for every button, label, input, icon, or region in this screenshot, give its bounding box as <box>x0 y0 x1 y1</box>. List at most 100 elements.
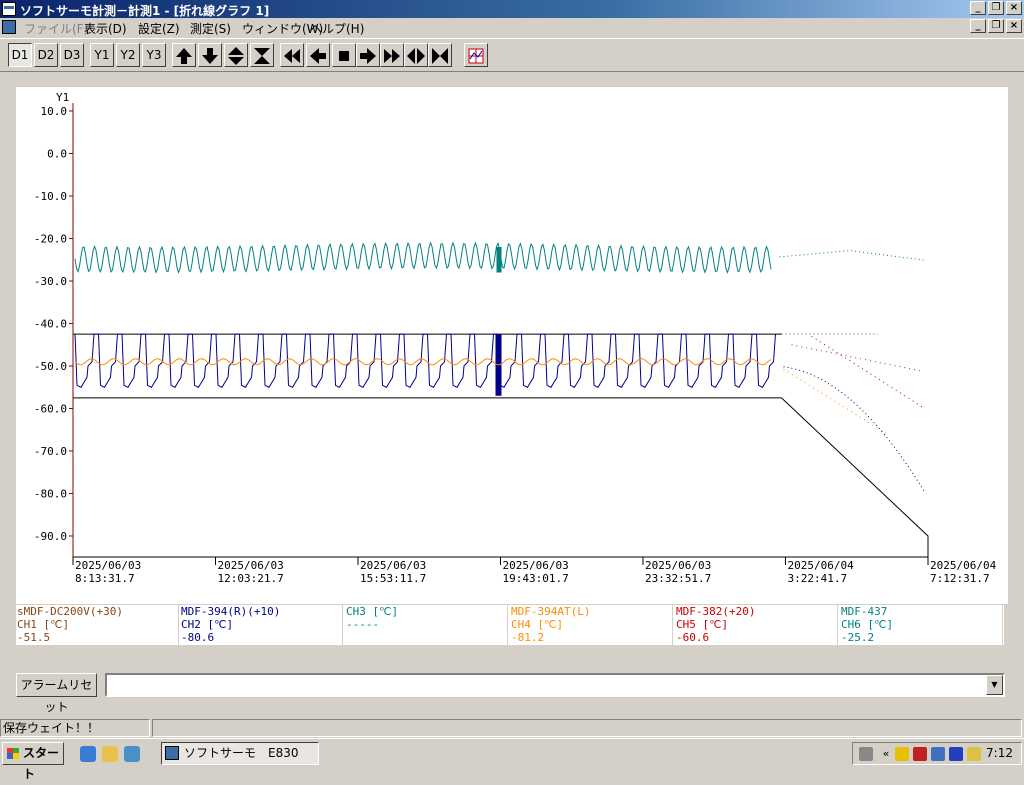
y3-button[interactable]: Y3 <box>142 43 166 67</box>
x-tick-label-date: 2025/06/04 <box>788 559 855 572</box>
arrow-right-icon <box>360 48 376 64</box>
series-ch4-tail <box>783 368 888 435</box>
shrink-x-button[interactable] <box>428 43 452 67</box>
legend-ch3[interactable]: CH3 [℃] ----- <box>345 605 508 645</box>
taskbar: スタート ソフトサーモ E830 « 7:12 <box>0 738 1024 781</box>
x-tick-label-time: 8:13:31.7 <box>75 572 135 585</box>
arrow-down-icon <box>202 48 218 64</box>
y2-button[interactable]: Y2 <box>116 43 140 67</box>
series-ch2-tail <box>783 366 925 493</box>
expand-y-button[interactable] <box>224 43 248 67</box>
legend-ch3-value: ----- <box>346 618 380 631</box>
info-icon[interactable] <box>931 747 945 761</box>
y-tick-label: -60.0 <box>34 403 67 416</box>
line-chart[interactable]: Y110.0 0.0 -10.0 -20.0 -30.0 -40.0 -50.0 -60.0 -… <box>16 87 1008 604</box>
restore-button[interactable]: ❐ <box>988 1 1004 15</box>
title-bar: ソフトサーモ計測－計測1 - [折れ線グラフ 1] _ ❐ × <box>0 0 1024 18</box>
expand-vertical-icon <box>228 47 244 65</box>
stop-icon <box>339 51 349 61</box>
x-tick-label-date: 2025/06/03 <box>218 559 284 572</box>
shield-icon[interactable] <box>895 747 909 761</box>
y-tick-label: -80.0 <box>34 488 67 501</box>
y-tick-label: -50.0 <box>34 360 67 373</box>
x-tick-label-date: 2025/06/03 <box>645 559 711 572</box>
d2-button[interactable]: D2 <box>34 43 58 67</box>
expand-x-button[interactable] <box>404 43 428 67</box>
y-tick-label: -20.0 <box>34 233 67 246</box>
chart-area[interactable]: Y1 10.0 0.0 -10.0 -20.0 -30.0 -40.0 -50.0 -60.0 -… <box>16 87 1008 604</box>
security-icon[interactable] <box>913 747 927 761</box>
series-ch6-line <box>74 241 772 274</box>
status-panel <box>152 719 1022 737</box>
dropdown-arrow-icon[interactable]: ▼ <box>986 675 1003 695</box>
menu-measure[interactable]: 測定(S) <box>190 20 231 37</box>
doc-restore-button[interactable]: ❐ <box>988 19 1004 33</box>
legend-ch4[interactable]: MDF-394AT(L) CH4 [℃] -81.2 <box>510 605 673 645</box>
status-text: 保存ウェイト！！ <box>0 719 150 737</box>
chart-settings-button[interactable] <box>464 43 488 67</box>
y1-button[interactable]: Y1 <box>90 43 114 67</box>
jump-start-button[interactable] <box>280 43 304 67</box>
x-tick-label-time: 3:22:41.7 <box>788 572 848 585</box>
legend-ch1-name: sMDF-DC200V(+30) <box>17 605 123 618</box>
x-tick-label-time: 23:32:51.7 <box>645 572 711 585</box>
legend-ch1[interactable]: sMDF-DC200V(+30) CH1 [℃] -51.5 <box>16 605 179 645</box>
menu-file[interactable]: ファイル(F) <box>24 20 88 37</box>
doc-minimize-button[interactable]: _ <box>970 19 986 33</box>
x-tick-label-time: 15:53:11.7 <box>360 572 426 585</box>
start-label: スタート <box>23 746 60 781</box>
x-tick-label-time: 7:12:31.7 <box>930 572 990 585</box>
app-icon <box>165 746 179 760</box>
close-button[interactable]: × <box>1006 1 1022 15</box>
keyboard-icon[interactable] <box>859 747 873 761</box>
taskbar-task-softthermo[interactable]: ソフトサーモ E830 <box>161 742 319 765</box>
minimize-button[interactable]: _ <box>970 1 986 15</box>
folder-icon[interactable] <box>102 746 118 762</box>
scroll-up-button[interactable] <box>172 43 196 67</box>
legend-ch6-channel: CH6 [℃] <box>841 618 894 631</box>
alarm-reset-button[interactable]: アラームリセット <box>16 673 97 714</box>
star-icon[interactable] <box>967 747 981 761</box>
legend-ch2-name: MDF-394(R)(+10) <box>181 605 281 618</box>
y-tick-label: -40.0 <box>34 318 67 331</box>
doc-close-button[interactable]: × <box>1006 19 1022 33</box>
legend-ch1-channel: CH1 [℃] <box>17 618 70 631</box>
y-tick-label: -70.0 <box>34 445 67 458</box>
chevron-left-icon[interactable]: « <box>879 747 893 761</box>
y-tick-label: 0.0 <box>47 148 67 161</box>
menu-help[interactable]: ヘルプ(H) <box>310 20 364 37</box>
menu-settings[interactable]: 設定(Z) <box>138 20 180 37</box>
chart-grid-icon <box>468 48 484 64</box>
expand-horizontal-icon <box>407 48 425 64</box>
series-ch4-line <box>74 358 772 366</box>
scroll-right-button[interactable] <box>356 43 380 67</box>
d3-button[interactable]: D3 <box>60 43 84 67</box>
document-icon[interactable] <box>2 20 16 34</box>
alarm-dropdown[interactable]: ▼ <box>105 673 1005 697</box>
jump-end-button[interactable] <box>380 43 404 67</box>
task-label: ソフトサーモ E830 <box>184 746 299 760</box>
start-button[interactable]: スタート <box>2 742 64 781</box>
menu-view[interactable]: 表示(D) <box>84 20 127 37</box>
stop-button[interactable] <box>332 43 356 67</box>
legend-ch6[interactable]: MDF-437 CH6 [℃] -25.2 <box>840 605 1003 645</box>
legend-ch5[interactable]: MDF-382(+20) CH5 [℃] -60.6 <box>675 605 838 645</box>
media-icon[interactable] <box>124 746 140 762</box>
series-ch6-gap-marker <box>496 247 502 273</box>
legend-ch2[interactable]: MDF-394(R)(+10) CH2 [℃] -80.6 <box>180 605 343 645</box>
play-icon[interactable] <box>949 747 963 761</box>
arrow-up-icon <box>176 48 192 64</box>
internet-explorer-icon[interactable] <box>80 746 96 762</box>
scroll-left-button[interactable] <box>306 43 330 67</box>
x-tick-label-date: 2025/06/03 <box>360 559 426 572</box>
x-tick-label-time: 19:43:01.7 <box>503 572 569 585</box>
shrink-y-button[interactable] <box>250 43 274 67</box>
legend-ch6-value: -25.2 <box>841 631 875 644</box>
alarm-bar: アラームリセット ▼ <box>0 663 1024 714</box>
scroll-down-button[interactable] <box>198 43 222 67</box>
d1-button[interactable]: D1 <box>8 43 32 67</box>
series-ch6-tail <box>779 250 924 261</box>
x-tick-label-date: 2025/06/04 <box>930 559 997 572</box>
toolbar: D1 D2 D3 Y1 Y2 Y3 <box>0 38 1024 72</box>
shrink-horizontal-icon <box>432 48 448 64</box>
